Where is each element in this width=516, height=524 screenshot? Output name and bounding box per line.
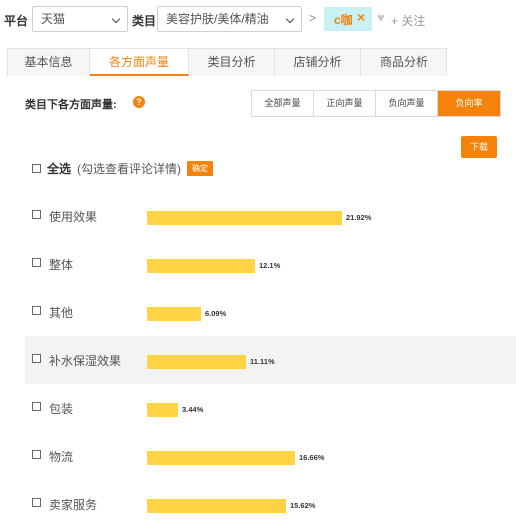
bar-value-label: 6.09% xyxy=(205,309,227,318)
platform-select[interactable]: 天猫 xyxy=(32,6,128,32)
breadcrumb-separator: > xyxy=(309,11,317,25)
table-row[interactable]: 物流 16.66% xyxy=(25,432,516,480)
help-icon[interactable]: ? xyxy=(133,96,145,108)
row-checkbox[interactable] xyxy=(32,450,41,459)
aspect-label: 其他 xyxy=(49,306,74,320)
row-checkbox[interactable] xyxy=(32,306,41,315)
bar xyxy=(147,259,255,273)
aspect-label: 包装 xyxy=(49,402,74,416)
select-all-checkbox[interactable] xyxy=(32,163,41,173)
selected-brand-chip[interactable]: c咖 × xyxy=(324,7,372,31)
follow-button[interactable]: + 关注 xyxy=(391,12,425,29)
category-select[interactable]: 美容护肤/美体/精油 xyxy=(157,6,302,32)
tab-category-analysis[interactable]: 类目分析 xyxy=(189,49,275,76)
select-all-row: 全选 (勾选查看评论详情) 确定 xyxy=(32,160,214,176)
chevron-down-icon xyxy=(285,14,295,24)
bar-value-label: 21.92% xyxy=(346,213,372,222)
row-checkbox[interactable] xyxy=(32,258,41,267)
aspect-label: 整体 xyxy=(49,258,74,272)
row-checkbox[interactable] xyxy=(32,402,41,411)
bar xyxy=(147,355,246,369)
bar xyxy=(147,307,201,321)
category-select-value: 美容护肤/美体/精油 xyxy=(166,12,269,26)
confirm-button[interactable]: 确定 xyxy=(187,160,214,176)
segment-negative-volume[interactable]: 负向声量 xyxy=(376,91,438,116)
bar-value-label: 12.1% xyxy=(259,261,281,270)
aspect-label: 物流 xyxy=(49,450,74,464)
table-row[interactable]: 其他 6.09% xyxy=(25,288,516,336)
table-row[interactable]: 补水保湿效果 11.11% xyxy=(25,336,516,384)
section-title: 类目下各方面声量: xyxy=(25,99,117,111)
row-checkbox[interactable] xyxy=(32,498,41,507)
select-all-label: 全选 xyxy=(47,161,72,176)
segment-all-volume[interactable]: 全部声量 xyxy=(252,91,314,116)
row-checkbox[interactable] xyxy=(32,210,41,219)
aspect-label: 使用效果 xyxy=(49,210,98,224)
brand-chip-label: c咖 xyxy=(334,13,353,27)
table-row[interactable]: 整体 12.1% xyxy=(25,240,516,288)
aspect-label: 补水保湿效果 xyxy=(49,354,122,368)
segment-positive-volume[interactable]: 正向声量 xyxy=(314,91,376,116)
download-button[interactable]: 下载 xyxy=(461,136,497,158)
filter-bar: 平台 天猫 类目 美容护肤/美体/精油 > c咖 × ♥ + 关注 xyxy=(0,0,516,38)
table-row[interactable]: 包装 3.44% xyxy=(25,384,516,432)
tab-basic-info[interactable]: 基本信息 xyxy=(8,49,90,76)
heart-icon[interactable]: ♥ xyxy=(377,10,385,25)
table-row[interactable]: 使用效果 21.92% xyxy=(25,192,516,240)
segment-negative-rate[interactable]: 负向率 xyxy=(438,91,500,116)
aspect-bar-chart: 使用效果 21.92% 整体 12.1% 其他 6.09% 补水保湿效果 11.11% 包装 3.… xyxy=(25,192,516,524)
bar xyxy=(147,403,178,417)
tab-shop-analysis[interactable]: 店铺分析 xyxy=(275,49,361,76)
tab-aspect-volume[interactable]: 各方面声量 xyxy=(90,49,189,76)
bar-value-label: 11.11% xyxy=(250,357,275,366)
bar xyxy=(147,451,295,465)
category-label: 类目 xyxy=(132,14,157,28)
bar xyxy=(147,499,286,513)
aspect-volume-content: 类目下各方面声量: ? 全部声量 正向声量 负向声量 负向率 下载 全选 (勾选… xyxy=(25,76,516,524)
analysis-panel: 基本信息 各方面声量 类目分析 店铺分析 商品分析 类目下各方面声量: ? 全部… xyxy=(7,48,516,524)
tab-bar: 基本信息 各方面声量 类目分析 店铺分析 商品分析 xyxy=(7,48,447,76)
platform-select-value: 天猫 xyxy=(41,12,66,26)
close-icon[interactable]: × xyxy=(357,9,365,25)
row-checkbox[interactable] xyxy=(32,354,41,363)
bar-value-label: 16.66% xyxy=(299,453,325,462)
tab-product-analysis[interactable]: 商品分析 xyxy=(361,49,447,76)
table-row[interactable]: 卖家服务 15.62% xyxy=(25,480,516,524)
select-all-hint: (勾选查看评论详情) xyxy=(77,161,182,176)
platform-label: 平台 xyxy=(4,14,29,28)
metric-segmented-control: 全部声量 正向声量 负向声量 负向率 xyxy=(251,90,501,117)
bar xyxy=(147,211,342,225)
aspect-label: 卖家服务 xyxy=(49,498,98,512)
chevron-down-icon xyxy=(111,14,121,24)
bar-value-label: 15.62% xyxy=(290,501,316,510)
bar-value-label: 3.44% xyxy=(182,405,204,414)
